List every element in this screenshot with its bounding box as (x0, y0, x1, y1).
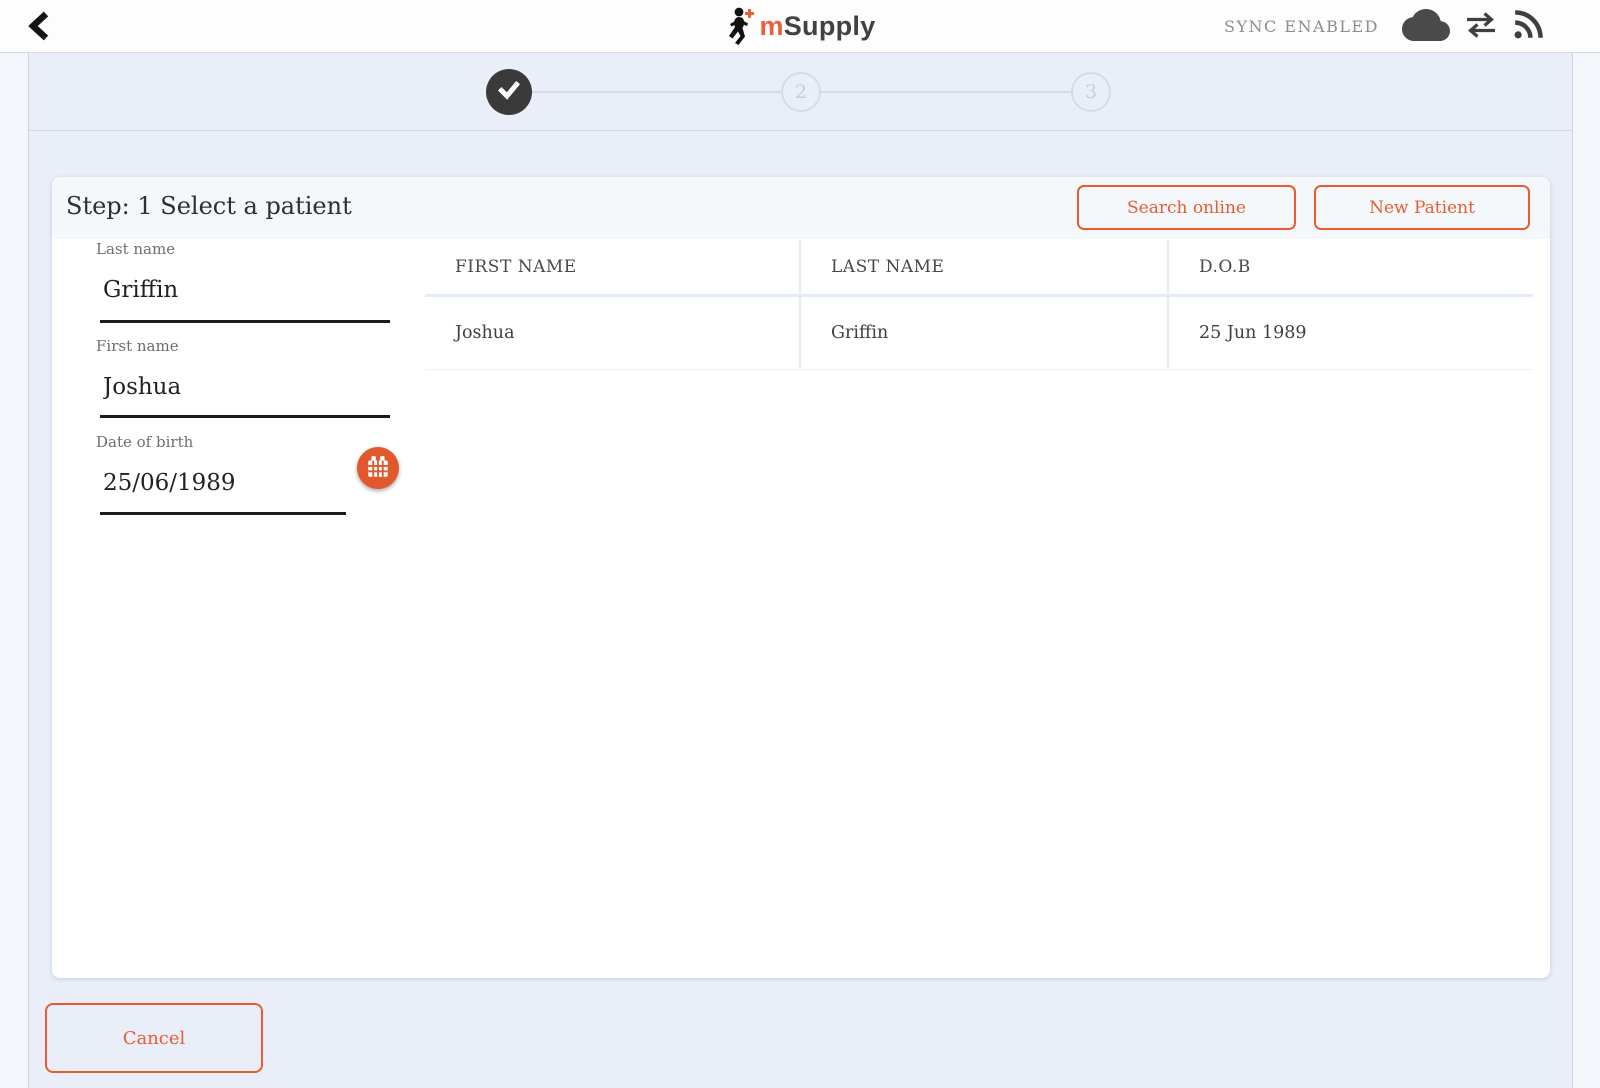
step-3-number: 3 (1085, 81, 1097, 103)
column-header-first-name: FIRST NAME (425, 240, 799, 294)
step-3-indicator: 3 (1071, 72, 1111, 112)
first-name-underline (100, 415, 390, 418)
wizard-stepper: 2 3 (29, 53, 1572, 131)
running-man-icon (724, 5, 756, 49)
cloud-icon (1402, 8, 1450, 46)
last-name-label: Last name (96, 240, 175, 258)
step-2-indicator: 2 (781, 72, 821, 112)
new-patient-button[interactable]: New Patient (1314, 185, 1530, 230)
logo-wordmark: mSupply (759, 11, 875, 42)
stepper-connector (821, 91, 1071, 93)
checkmark-icon (497, 78, 521, 106)
select-patient-card: Step: 1 Select a patient Search online N… (52, 177, 1550, 978)
date-of-birth-input[interactable] (103, 470, 343, 496)
top-bar: mSupply SYNC ENABLED (0, 0, 1600, 53)
wifi-rss-icon (1512, 9, 1544, 45)
patient-row[interactable]: Joshua Griffin 25 Jun 1989 (425, 297, 1533, 370)
transfer-arrows-icon (1463, 10, 1499, 44)
patient-dob: 25 Jun 1989 (1167, 297, 1533, 369)
search-online-button[interactable]: Search online (1077, 185, 1296, 230)
column-header-dob: D.O.B (1167, 240, 1533, 294)
msupply-app: mSupply SYNC ENABLED (0, 0, 1600, 1088)
page-title: Step: 1 Select a patient (66, 192, 352, 220)
card-header: Step: 1 Select a patient Search online N… (52, 177, 1550, 239)
sync-status-label: SYNC ENABLED (1224, 17, 1379, 36)
sync-status-area[interactable]: SYNC ENABLED (1224, 0, 1544, 53)
last-name-input[interactable] (103, 277, 388, 303)
last-name-underline (100, 320, 390, 323)
first-name-input[interactable] (103, 374, 388, 400)
first-name-label: First name (96, 337, 179, 355)
step-2-number: 2 (795, 81, 807, 103)
date-of-birth-label: Date of birth (96, 433, 193, 451)
table-header-row: FIRST NAME LAST NAME D.O.B (425, 240, 1533, 297)
stepper-connector (532, 91, 781, 93)
patient-last-name: Griffin (799, 297, 1167, 369)
cancel-button[interactable]: Cancel (45, 1003, 263, 1073)
patient-first-name: Joshua (425, 297, 799, 369)
step-1-complete (486, 69, 532, 115)
date-of-birth-underline (100, 512, 346, 515)
patient-results-table: FIRST NAME LAST NAME D.O.B Joshua Griffi… (425, 240, 1533, 370)
column-header-last-name: LAST NAME (799, 240, 1167, 294)
calendar-icon (365, 454, 391, 483)
header-buttons: Search online New Patient (1077, 185, 1530, 230)
calendar-button[interactable] (357, 447, 399, 489)
